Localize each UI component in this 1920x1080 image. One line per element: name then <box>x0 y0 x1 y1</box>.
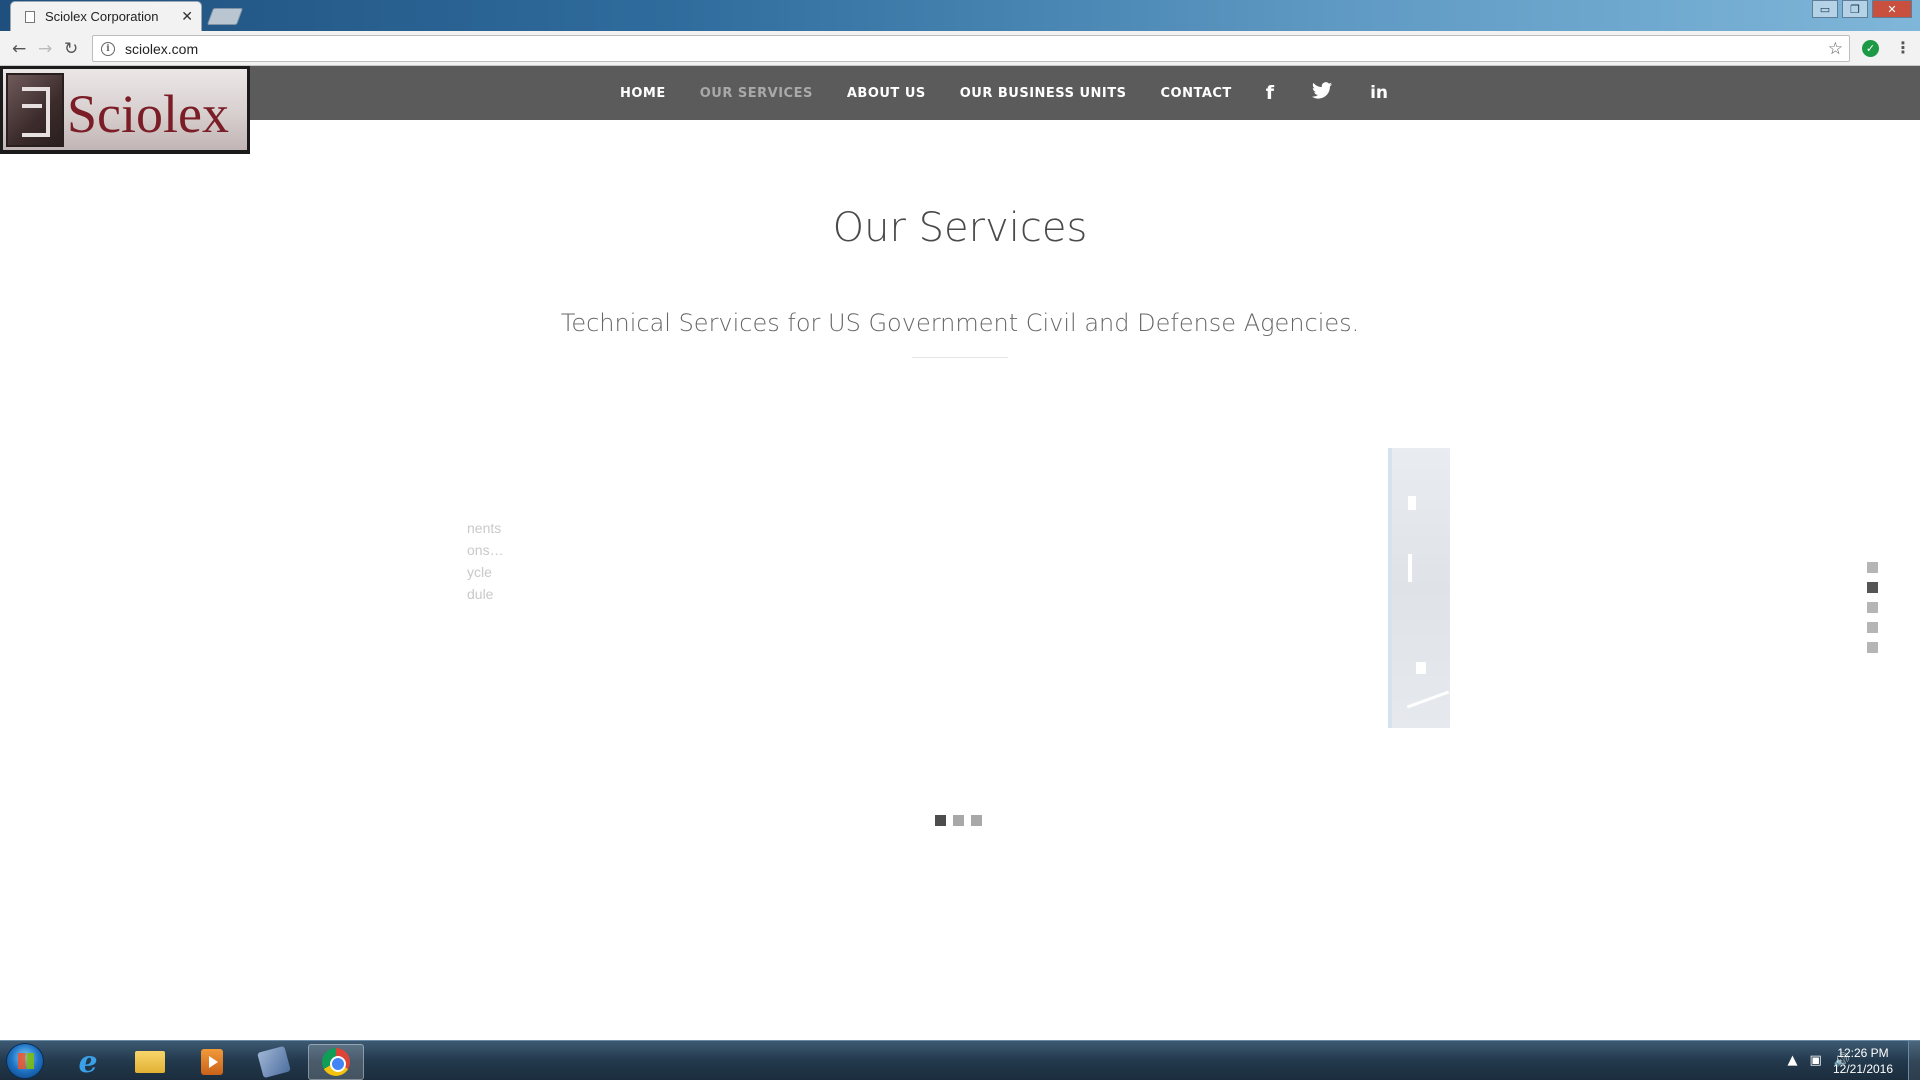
image-detail <box>1406 690 1450 709</box>
clock-date: 12/21/2016 <box>1832 1062 1894 1076</box>
image-detail <box>1416 662 1426 674</box>
carousel-pagination <box>935 815 982 826</box>
section-dot-3[interactable] <box>1867 602 1878 613</box>
browser-tab[interactable]: Sciolex Corporation ✕ <box>10 1 202 31</box>
tab-close-icon[interactable]: ✕ <box>181 9 193 25</box>
site-info-icon[interactable]: i <box>101 41 115 56</box>
section-dot-2[interactable] <box>1867 582 1878 593</box>
list-item: dule <box>467 586 494 602</box>
chrome-icon <box>322 1048 350 1076</box>
bookmark-star-icon[interactable]: ☆ <box>1828 39 1843 59</box>
forward-button[interactable]: → <box>38 39 52 59</box>
title-divider <box>912 357 1008 358</box>
twitter-icon[interactable] <box>1312 82 1333 104</box>
slide-image-edge <box>1388 448 1392 728</box>
clock-time: 12:26 PM <box>1837 1046 1889 1060</box>
windows-taskbar: e ▲ ▣ 🔊 12:26 PM 12/21/2016 <box>0 1040 1920 1080</box>
taskbar-clock[interactable]: 12:26 PM 12/21/2016 <box>1828 1045 1898 1077</box>
carousel-dot-2[interactable] <box>953 815 964 826</box>
extension-check-icon[interactable]: ✓ <box>1862 40 1879 57</box>
nav-our-services[interactable]: OUR SERVICES <box>700 86 813 101</box>
internet-explorer-taskbar-icon[interactable]: e <box>60 1044 116 1080</box>
tab-title: Sciolex Corporation <box>45 9 159 24</box>
faded-service-list: nents ons… ycle dule <box>467 517 527 605</box>
close-window-button[interactable]: ✕ <box>1872 0 1912 18</box>
section-dot-1[interactable] <box>1867 562 1878 573</box>
logo-text: Sciolex <box>67 84 229 144</box>
reload-button[interactable]: ↻ <box>64 39 78 59</box>
facebook-icon[interactable]: f <box>1266 82 1274 104</box>
logo-panel: Sciolex <box>3 69 247 150</box>
browser-title-bar: Sciolex Corporation ✕ ▭ ❐ ✕ <box>0 0 1920 31</box>
new-tab-button[interactable] <box>206 8 244 25</box>
list-item: ons… <box>467 542 504 558</box>
site-logo[interactable]: Sciolex <box>0 66 250 154</box>
nav-our-business-units[interactable]: OUR BUSINESS UNITS <box>960 86 1127 101</box>
window-controls: ▭ ❐ ✕ <box>1812 0 1912 18</box>
carousel-dot-3[interactable] <box>971 815 982 826</box>
address-bar[interactable]: i sciolex.com ☆ <box>92 35 1850 62</box>
page-icon <box>25 10 35 23</box>
media-player-taskbar-icon[interactable] <box>184 1044 240 1080</box>
carousel-dot-1[interactable] <box>935 815 946 826</box>
image-detail <box>1408 554 1412 582</box>
network-icon[interactable]: ▣ <box>1810 1053 1822 1068</box>
nav-contact[interactable]: CONTACT <box>1160 86 1231 101</box>
slide-image <box>1388 448 1450 728</box>
section-dot-4[interactable] <box>1867 622 1878 633</box>
file-explorer-taskbar-icon[interactable] <box>122 1044 178 1080</box>
nav-about-us[interactable]: ABOUT US <box>847 86 926 101</box>
linkedin-icon[interactable]: in <box>1370 83 1388 103</box>
list-item: ycle <box>467 564 492 580</box>
ie-icon: e <box>78 1044 98 1080</box>
tool-icon <box>257 1045 291 1079</box>
logo-mark-icon <box>6 73 64 147</box>
main-menu: HOME OUR SERVICES ABOUT US OUR BUSINESS … <box>620 66 1426 120</box>
start-button[interactable] <box>6 1043 44 1079</box>
section-nav-dots <box>1867 562 1878 653</box>
browser-menu-icon[interactable]: ⋮ <box>1895 38 1911 57</box>
url-text[interactable]: sciolex.com <box>125 41 198 57</box>
nav-home[interactable]: HOME <box>620 86 666 101</box>
list-item: nents <box>467 520 502 536</box>
back-button[interactable]: ← <box>12 39 26 59</box>
show-desktop-button[interactable] <box>1908 1041 1920 1080</box>
tool-taskbar-icon[interactable] <box>246 1044 302 1080</box>
media-player-icon <box>201 1049 223 1075</box>
section-dot-5[interactable] <box>1867 642 1878 653</box>
restore-button[interactable]: ❐ <box>1842 0 1868 18</box>
minimize-button[interactable]: ▭ <box>1812 0 1838 18</box>
page-subtitle: Technical Services for US Government Civ… <box>560 309 1360 337</box>
folder-icon <box>135 1051 165 1073</box>
twitter-bird-icon <box>1312 82 1333 99</box>
chrome-taskbar-icon[interactable] <box>308 1044 364 1080</box>
tray-expand-icon[interactable]: ▲ <box>1788 1053 1798 1068</box>
image-detail <box>1408 496 1416 510</box>
page-title: Our Services <box>832 205 1088 251</box>
browser-toolbar: ← → ↻ i sciolex.com ☆ ✓ ⋮ <box>0 31 1920 66</box>
